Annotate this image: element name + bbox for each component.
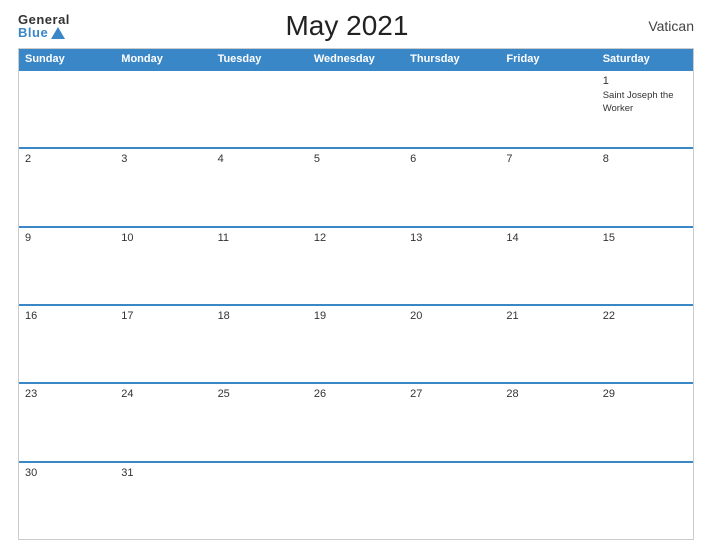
- cell-w1-sat: 1 Saint Joseph the Worker: [597, 71, 693, 147]
- page: General Blue May 2021 Vatican Sunday Mon…: [0, 0, 712, 550]
- cell-w6-sat: [597, 463, 693, 539]
- cell-w2-wed: 5: [308, 149, 404, 225]
- cell-w2-sat: 8: [597, 149, 693, 225]
- week-row-3: 9 10 11 12 13 14 15: [19, 226, 693, 304]
- cell-w5-fri: 28: [500, 384, 596, 460]
- cell-w3-thu: 13: [404, 228, 500, 304]
- cell-w3-mon: 10: [115, 228, 211, 304]
- cell-w1-mon: [115, 71, 211, 147]
- header: General Blue May 2021 Vatican: [18, 10, 694, 42]
- header-friday: Friday: [500, 49, 596, 69]
- cell-w4-mon: 17: [115, 306, 211, 382]
- header-tuesday: Tuesday: [212, 49, 308, 69]
- cell-w3-fri: 14: [500, 228, 596, 304]
- cell-w6-tue: [212, 463, 308, 539]
- cell-w1-tue: [212, 71, 308, 147]
- cell-w1-sun: [19, 71, 115, 147]
- header-wednesday: Wednesday: [308, 49, 404, 69]
- cell-w5-sat: 29: [597, 384, 693, 460]
- cell-w4-tue: 18: [212, 306, 308, 382]
- cell-w2-tue: 4: [212, 149, 308, 225]
- cell-w5-wed: 26: [308, 384, 404, 460]
- event-saint-joseph: Saint Joseph the Worker: [603, 90, 674, 114]
- logo: General Blue: [18, 13, 70, 39]
- week-row-6: 30 31: [19, 461, 693, 539]
- cell-w4-sun: 16: [19, 306, 115, 382]
- cell-w5-tue: 25: [212, 384, 308, 460]
- cell-w1-wed: [308, 71, 404, 147]
- cell-w2-mon: 3: [115, 149, 211, 225]
- calendar-body: 1 Saint Joseph the Worker 2 3 4 5 6 7 8 …: [19, 69, 693, 539]
- cell-w3-sat: 15: [597, 228, 693, 304]
- header-saturday: Saturday: [597, 49, 693, 69]
- week-row-1: 1 Saint Joseph the Worker: [19, 69, 693, 147]
- cell-w5-sun: 23: [19, 384, 115, 460]
- cell-w3-sun: 9: [19, 228, 115, 304]
- cell-w3-wed: 12: [308, 228, 404, 304]
- cell-w6-wed: [308, 463, 404, 539]
- header-monday: Monday: [115, 49, 211, 69]
- cell-w2-sun: 2: [19, 149, 115, 225]
- week-row-5: 23 24 25 26 27 28 29: [19, 382, 693, 460]
- cell-w4-sat: 22: [597, 306, 693, 382]
- calendar: Sunday Monday Tuesday Wednesday Thursday…: [18, 48, 694, 540]
- cell-w1-fri: [500, 71, 596, 147]
- calendar-title: May 2021: [70, 10, 624, 42]
- cell-w5-mon: 24: [115, 384, 211, 460]
- header-thursday: Thursday: [404, 49, 500, 69]
- cell-w1-thu: [404, 71, 500, 147]
- cell-w6-sun: 30: [19, 463, 115, 539]
- cell-w5-thu: 27: [404, 384, 500, 460]
- logo-blue-text: Blue: [18, 26, 70, 39]
- cell-w2-thu: 6: [404, 149, 500, 225]
- day-headers-row: Sunday Monday Tuesday Wednesday Thursday…: [19, 49, 693, 69]
- cell-w6-mon: 31: [115, 463, 211, 539]
- logo-triangle-icon: [51, 27, 65, 39]
- country-name: Vatican: [624, 18, 694, 34]
- cell-w3-tue: 11: [212, 228, 308, 304]
- header-sunday: Sunday: [19, 49, 115, 69]
- cell-w4-fri: 21: [500, 306, 596, 382]
- week-row-2: 2 3 4 5 6 7 8: [19, 147, 693, 225]
- cell-w4-wed: 19: [308, 306, 404, 382]
- cell-w2-fri: 7: [500, 149, 596, 225]
- cell-w4-thu: 20: [404, 306, 500, 382]
- week-row-4: 16 17 18 19 20 21 22: [19, 304, 693, 382]
- cell-w6-fri: [500, 463, 596, 539]
- cell-w6-thu: [404, 463, 500, 539]
